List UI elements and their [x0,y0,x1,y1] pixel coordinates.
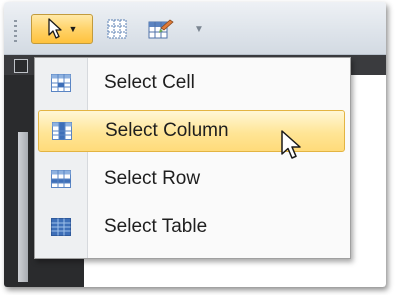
menu-item-select-table[interactable]: Select Table [38,206,345,248]
chevron-down-icon: ▼ [68,24,78,34]
table-column-icon [52,122,72,140]
toolbar-grip-handle[interactable] [14,20,17,42]
select-arrow-icon [47,18,62,39]
ruler-corner[interactable] [14,59,28,73]
menu-item-select-cell[interactable]: Select Cell [38,62,345,104]
toolbar-overflow-button[interactable]: ▼ [192,14,206,44]
screenshot-frame: ▼ ▼ Select Cell Select Column Select Row… [4,2,386,287]
menu-item-label: Select Column [105,120,229,141]
select-dropdown-button[interactable]: ▼ [31,14,93,44]
menu-item-label: Select Cell [104,72,195,93]
grid-button[interactable] [102,14,132,44]
table-icon [51,218,71,236]
table-row-icon [51,170,71,188]
more-dropdown-icon: ▼ [194,23,204,35]
menu-item-label: Select Row [104,168,201,189]
mouse-pointer-icon [281,130,301,159]
toolbar: ▼ ▼ [4,2,386,55]
menu-item-label: Select Table [104,216,208,237]
grid-icon [107,19,127,39]
menu-item-select-row[interactable]: Select Row [38,158,345,200]
table-brush-icon [148,19,174,39]
table-style-button[interactable] [144,14,178,44]
table-cell-icon [51,74,71,92]
vertical-ruler [18,132,28,282]
